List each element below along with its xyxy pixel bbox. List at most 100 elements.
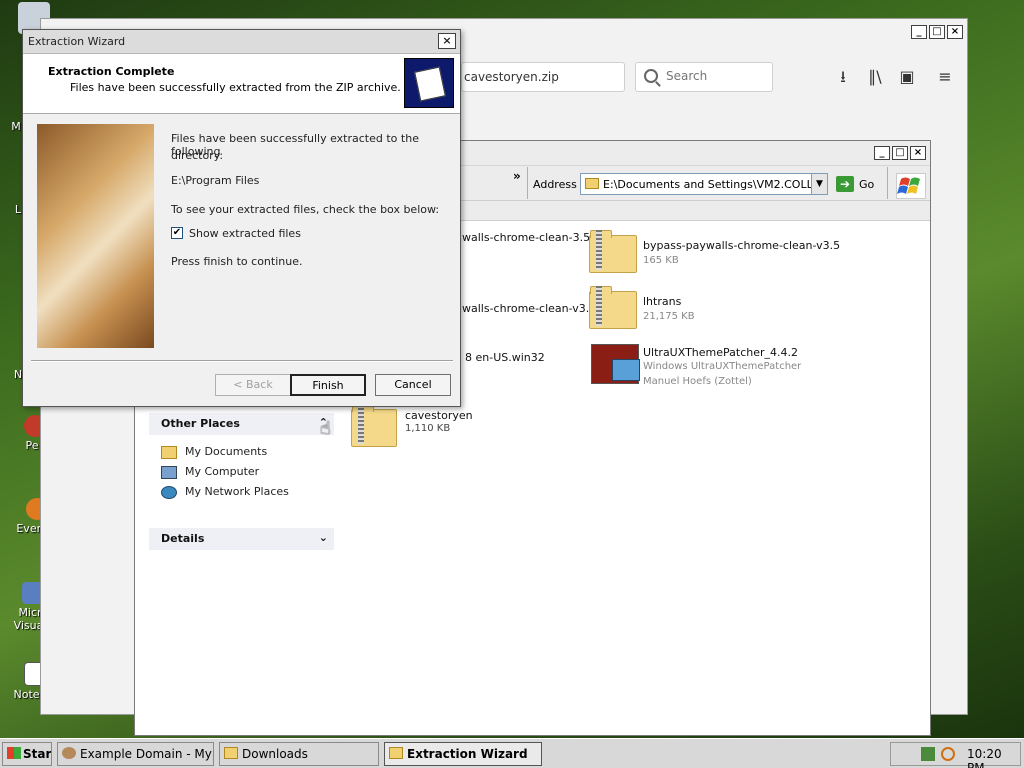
maximize-button[interactable]: □ xyxy=(929,25,945,39)
start-button[interactable]: Start xyxy=(2,742,52,766)
library-icon[interactable]: ∥\ xyxy=(865,67,885,87)
minimize-button[interactable]: _ xyxy=(911,25,927,39)
file-size: 21,175 KB xyxy=(643,311,695,322)
link-my-network-places[interactable]: My Network Places xyxy=(161,485,289,503)
file-name: bypass-paywalls-chrome-clean-v3.5 xyxy=(643,239,841,252)
finish-button[interactable]: Finish xyxy=(290,374,366,396)
link-my-computer[interactable]: My Computer xyxy=(161,465,259,483)
desktop-icon-label: L xyxy=(14,203,22,216)
menu-icon[interactable]: ≡ xyxy=(935,67,955,87)
extract-directory: E:\Program Files xyxy=(171,174,260,187)
dialog-separator xyxy=(31,360,453,362)
clock[interactable]: 10:20 PM xyxy=(967,747,1020,768)
zip-folder-icon xyxy=(589,230,637,273)
sidebar-icon[interactable]: ▣ xyxy=(897,67,917,87)
taskbar-item-label: Example Domain - Mypal xyxy=(80,747,213,761)
taskbar-item-downloads[interactable]: Downloads xyxy=(219,742,379,766)
dialog-subheading: Files have been successfully extracted f… xyxy=(70,81,401,94)
body-text-3: Press finish to continue. xyxy=(171,255,303,268)
folder-icon xyxy=(224,747,238,759)
address-value: E:\Documents and Settings\VM2.COLLABNE xyxy=(603,178,828,191)
chevron-down-icon[interactable]: ▼ xyxy=(811,174,827,194)
file-name: cavestoryen xyxy=(405,409,473,422)
zip-folder-icon xyxy=(351,404,397,447)
dialog-title: Extraction Wizard xyxy=(28,35,126,48)
address-label: Address xyxy=(533,178,577,191)
file-name: walls-chrome-clean-v3.5 xyxy=(462,302,597,315)
start-label: Start xyxy=(23,747,52,761)
close-button[interactable]: × xyxy=(438,33,456,49)
explorer-window-controls: _ □ × xyxy=(874,146,926,160)
search-icon xyxy=(644,69,658,83)
search-box[interactable]: Search xyxy=(635,62,773,92)
browser-window-controls: _ □ × xyxy=(911,25,963,39)
show-files-checkbox[interactable]: ✔ xyxy=(171,227,183,239)
toolbar-divider xyxy=(527,167,528,199)
network-tray-icon[interactable] xyxy=(921,747,935,761)
file-item[interactable]: walls-chrome-clean-v3.5 xyxy=(462,302,596,315)
folder-icon xyxy=(389,747,403,759)
taskbar-item-label: Downloads xyxy=(242,747,308,761)
taskbar: Start Example Domain - Mypal Downloads E… xyxy=(0,738,1024,768)
minimize-button[interactable]: _ xyxy=(874,146,890,160)
zip-folder-logo-icon xyxy=(404,58,454,108)
expand-chevron-icon[interactable]: ⌄ xyxy=(319,531,328,544)
link-my-documents[interactable]: My Documents xyxy=(161,445,267,463)
back-button[interactable]: < Back xyxy=(215,374,291,396)
taskbar-item-browser[interactable]: Example Domain - Mypal xyxy=(57,742,214,766)
file-name: walls-chrome-clean-3.5.3 xyxy=(462,231,601,244)
desktop-icon-label: Pe xyxy=(25,439,39,452)
search-tray-icon[interactable] xyxy=(941,747,955,761)
desktop-icon-label: N xyxy=(13,368,23,381)
url-bar[interactable]: cavestoryen.zip xyxy=(461,62,625,92)
file-publisher: Manuel Hoefs (Zottel) xyxy=(643,376,752,387)
url-text: cavestoryen.zip xyxy=(464,70,559,84)
extraction-wizard-dialog: Extraction Wizard × Extraction Complete … xyxy=(22,29,461,407)
file-item[interactable]: 8 en-US.win32 xyxy=(465,351,545,364)
taskbar-item-extraction-wizard[interactable]: Extraction Wizard xyxy=(384,742,542,766)
desktop-icon-label: Micr xyxy=(18,606,42,619)
folder-icon xyxy=(585,178,599,189)
windows-logo-icon xyxy=(896,173,926,199)
file-description: Windows UltraUXThemePatcher xyxy=(643,361,802,372)
details-title: Details xyxy=(161,532,205,545)
file-size: 165 KB xyxy=(643,255,679,266)
go-arrow-icon[interactable]: ➔ xyxy=(836,176,854,192)
address-combobox[interactable]: E:\Documents and Settings\VM2.COLLABNE ▼ xyxy=(580,173,828,195)
details-header[interactable]: Details ⌄ xyxy=(149,528,334,550)
other-places-title: Other Places xyxy=(161,417,240,430)
desktop-icon-label: M xyxy=(11,120,21,133)
body-text-1b: directory: xyxy=(171,149,224,162)
maximize-button[interactable]: □ xyxy=(892,146,908,160)
hand-cursor-icon: ☝ xyxy=(320,418,331,439)
body-text-2: To see your extracted files, check the b… xyxy=(171,203,440,216)
other-places-header[interactable]: Other Places ⌃ xyxy=(149,413,334,435)
file-name: UltraUXThemePatcher_4.4.2 xyxy=(643,346,799,359)
search-placeholder: Search xyxy=(666,69,708,83)
wizard-side-image xyxy=(37,124,154,348)
link-label: My Network Places xyxy=(185,485,289,498)
link-label: My Documents xyxy=(185,445,268,458)
close-button[interactable]: × xyxy=(947,25,963,39)
cancel-button[interactable]: Cancel xyxy=(375,374,451,396)
downloads-icon[interactable]: ⭳ xyxy=(833,67,853,87)
file-name: 8 en-US.win32 xyxy=(465,351,545,364)
browser-icon xyxy=(62,747,76,759)
dialog-titlebar: Extraction Wizard × xyxy=(23,30,460,54)
checkbox-label[interactable]: Show extracted files xyxy=(189,227,301,240)
folder-icon xyxy=(161,446,177,459)
taskbar-item-label: Extraction Wizard xyxy=(407,747,528,761)
dialog-header: Extraction Complete Files have been succ… xyxy=(23,54,460,114)
close-button[interactable]: × xyxy=(910,146,926,160)
network-globe-icon xyxy=(161,486,177,499)
zip-folder-icon xyxy=(589,286,637,329)
go-button[interactable]: Go xyxy=(859,178,874,191)
computer-icon xyxy=(161,466,177,479)
toolbar-divider xyxy=(887,167,888,199)
toolbar-chevron[interactable]: » xyxy=(513,169,521,183)
dialog-heading: Extraction Complete xyxy=(48,65,175,78)
file-item[interactable]: walls-chrome-clean-3.5.3 xyxy=(462,231,601,244)
file-size: 1,110 KB xyxy=(405,423,451,434)
theme-patcher-app-icon xyxy=(591,344,640,384)
system-tray: 10:20 PM xyxy=(890,742,1021,768)
